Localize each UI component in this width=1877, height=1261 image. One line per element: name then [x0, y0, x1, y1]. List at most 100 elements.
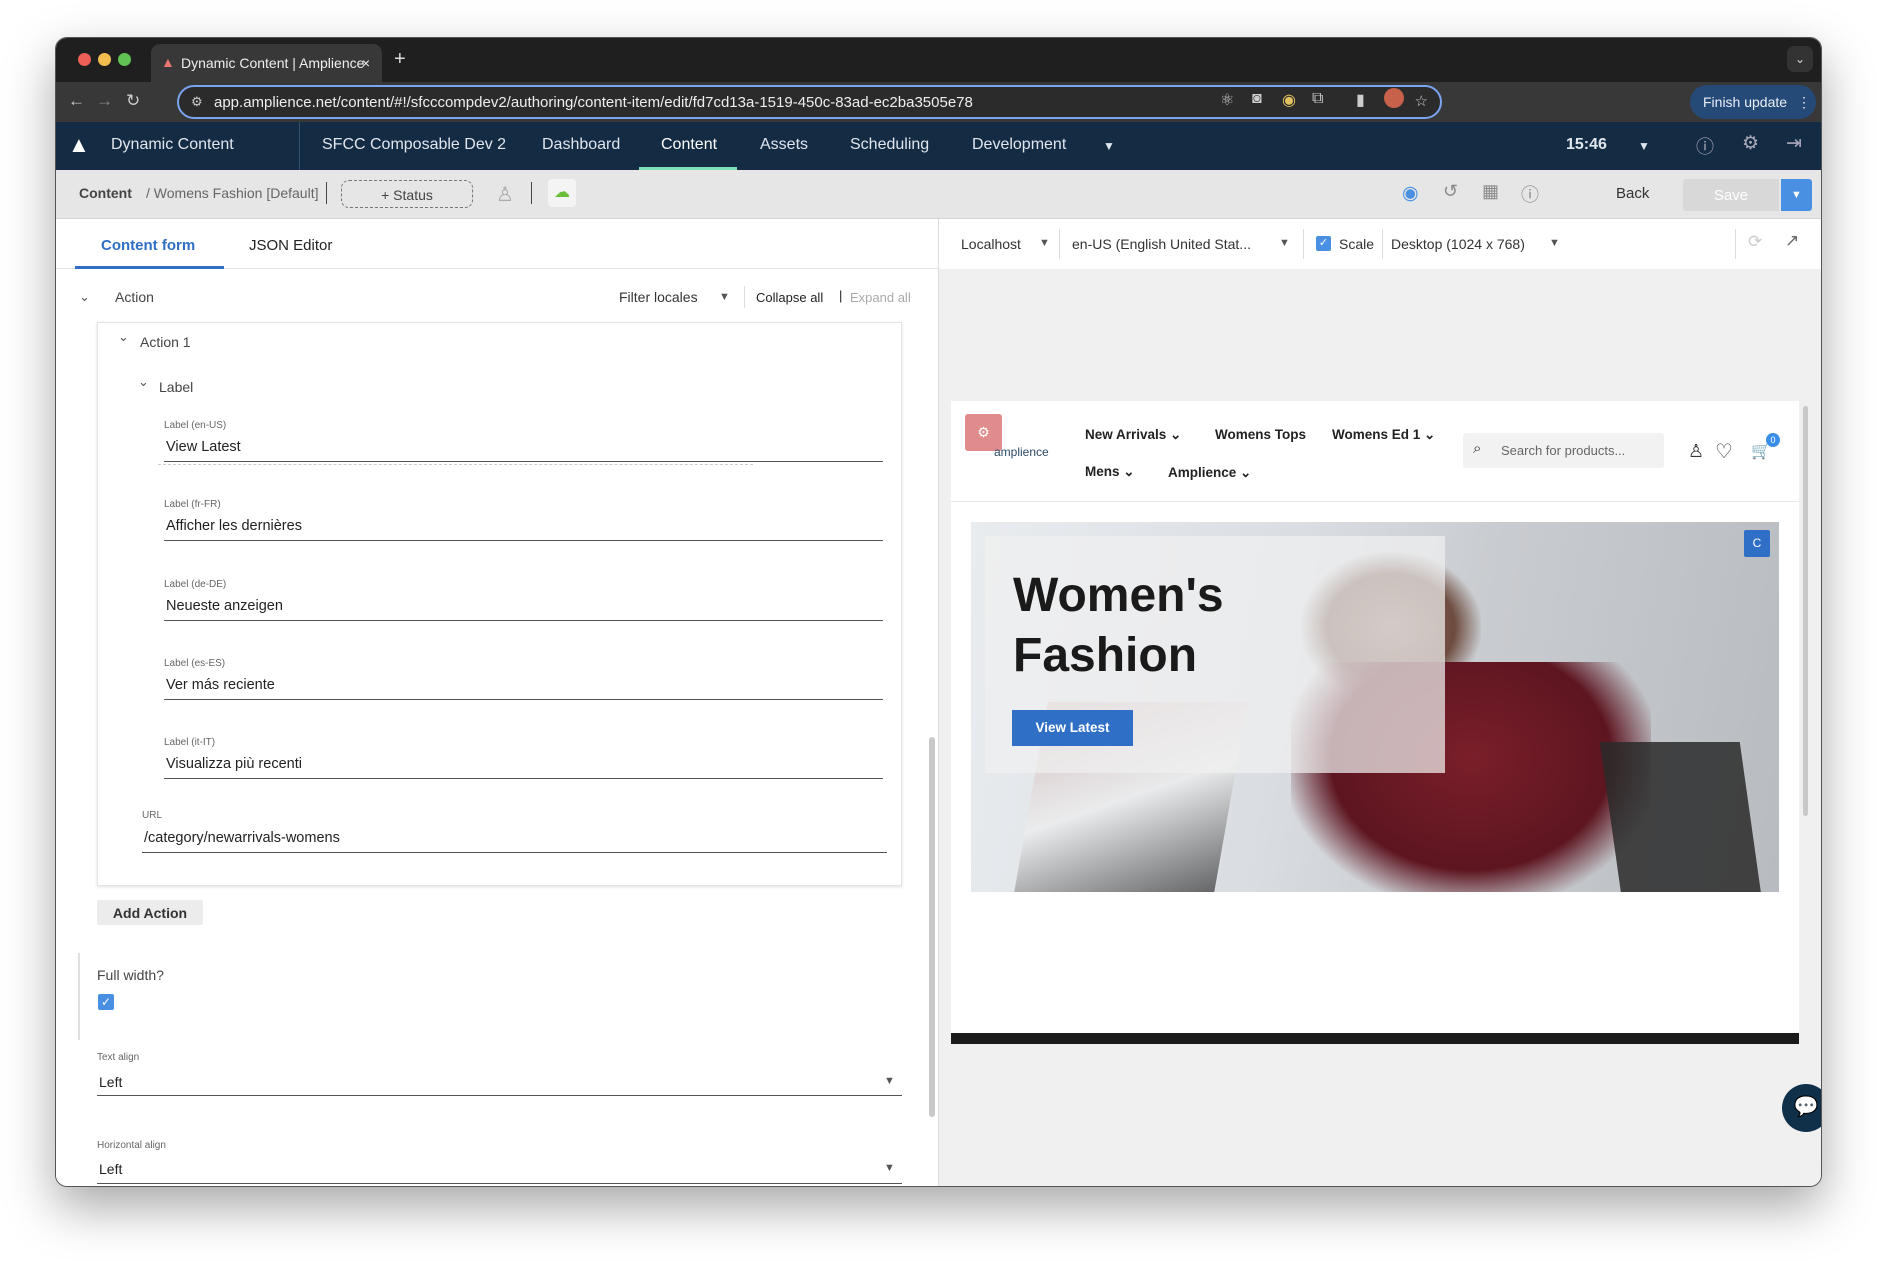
- locale-dropdown[interactable]: en-US (English United Stat...: [1072, 236, 1251, 252]
- new-tab-button[interactable]: +: [394, 48, 406, 71]
- nav-content[interactable]: Content: [661, 136, 717, 154]
- collapse-all-link[interactable]: Collapse all: [756, 290, 823, 305]
- react-devtools-icon[interactable]: ⚛: [1220, 90, 1234, 110]
- locale-field-value[interactable]: Afficher les dernières: [164, 518, 883, 534]
- locale-chevron-icon[interactable]: ▼: [1279, 237, 1290, 249]
- tab-content-form[interactable]: Content form: [101, 237, 195, 254]
- bookmark-star-icon[interactable]: ☆: [1415, 92, 1428, 110]
- rotate-device-icon[interactable]: ⟳: [1748, 232, 1762, 252]
- clock: 15:46: [1566, 136, 1607, 153]
- open-external-icon[interactable]: ↗: [1785, 231, 1799, 251]
- collapse-action-1-chevron-icon[interactable]: ⌄: [118, 329, 129, 345]
- add-action-button[interactable]: Add Action: [97, 900, 203, 925]
- time-chevron-icon[interactable]: ▼: [1638, 139, 1650, 153]
- content-form-panel: Content form JSON Editor ⌄ Action Filter…: [56, 219, 939, 1186]
- locale-label-field[interactable]: Label (it-IT) Visualizza più recenti: [164, 737, 883, 779]
- nav-dashboard[interactable]: Dashboard: [542, 136, 620, 154]
- site-nav-amplience[interactable]: Amplience ⌄: [1168, 465, 1251, 481]
- browser-tab[interactable]: ▲ Dynamic Content | Amplience ×: [151, 44, 382, 82]
- locale-field-value[interactable]: View Latest: [164, 439, 883, 455]
- nav-development[interactable]: Development: [972, 136, 1066, 154]
- form-scrollbar[interactable]: [929, 737, 935, 1117]
- app-name: Dynamic Content: [111, 136, 234, 153]
- full-width-checkbox[interactable]: ✓: [98, 994, 114, 1010]
- expand-all-link[interactable]: Expand all: [850, 290, 911, 305]
- collapse-action-chevron-icon[interactable]: ⌄: [79, 289, 90, 305]
- extensions-puzzle-icon[interactable]: ⧉: [1312, 90, 1323, 108]
- side-panel-icon[interactable]: ▮: [1356, 90, 1365, 110]
- hub-selector[interactable]: SFCC Composable Dev 2: [322, 136, 506, 154]
- site-nav-new-arrivals[interactable]: New Arrivals ⌄: [1085, 427, 1181, 443]
- text-align-chevron-icon[interactable]: ▼: [884, 1075, 895, 1087]
- site-nav-womens-ed-1[interactable]: Womens Ed 1 ⌄: [1332, 427, 1435, 443]
- filter-locales-chevron-icon[interactable]: ▼: [719, 291, 730, 303]
- settings-gear-icon[interactable]: ⚙: [1742, 132, 1759, 155]
- account-icon[interactable]: ♙: [1688, 441, 1704, 462]
- sync-cloud-icon[interactable]: ☁: [548, 179, 576, 207]
- maximize-window-button[interactable]: [118, 53, 131, 66]
- tab-search-button[interactable]: ⌄: [1787, 46, 1813, 72]
- tab-json-editor[interactable]: JSON Editor: [249, 237, 332, 254]
- chat-button[interactable]: 💬: [1782, 1084, 1821, 1132]
- reload-icon[interactable]: ↻: [126, 91, 140, 111]
- back-icon[interactable]: ←: [68, 91, 85, 111]
- site-nav-mens[interactable]: Mens ⌄: [1085, 464, 1135, 480]
- url-value[interactable]: /category/newarrivals-womens: [142, 830, 887, 846]
- nav-scheduling[interactable]: Scheduling: [850, 136, 929, 154]
- site-preview-frame: ⚙ amplience New Arrivals ⌄ Womens Tops W…: [951, 401, 1799, 1044]
- url-field[interactable]: URL /category/newarrivals-womens: [142, 810, 887, 853]
- calendar-icon[interactable]: ▦: [1482, 181, 1499, 202]
- environment-chevron-icon[interactable]: ▼: [1039, 237, 1050, 249]
- preview-scrollbar[interactable]: [1803, 406, 1808, 816]
- device-chevron-icon[interactable]: ▼: [1549, 237, 1560, 249]
- locale-field-label: Label (fr-FR): [164, 499, 221, 510]
- hero-view-latest-button[interactable]: View Latest: [1012, 710, 1133, 746]
- locale-label-field[interactable]: Label (es-ES) Ver más reciente: [164, 658, 883, 700]
- text-align-select[interactable]: Left: [99, 1074, 122, 1090]
- cart-count-badge: 0: [1766, 433, 1780, 447]
- full-width-label: Full width?: [97, 967, 164, 983]
- search-icon: ⌕: [1473, 440, 1482, 457]
- profile-avatar[interactable]: [1384, 88, 1404, 108]
- site-search-input[interactable]: ⌕ Search for products...: [1463, 433, 1664, 468]
- finish-update-button[interactable]: Finish update ⋮: [1690, 85, 1816, 119]
- site-settings-icon[interactable]: ⚙: [191, 94, 203, 110]
- locale-field-value[interactable]: Visualizza più recenti: [164, 756, 883, 772]
- logout-icon[interactable]: ⇥: [1786, 132, 1802, 155]
- locale-field-value[interactable]: Neueste anzeigen: [164, 598, 883, 614]
- filter-locales-dropdown[interactable]: Filter locales: [619, 289, 698, 305]
- close-tab-icon[interactable]: ×: [362, 55, 370, 71]
- wishlist-heart-icon[interactable]: ♡: [1715, 439, 1733, 464]
- add-status-button[interactable]: + Status: [341, 180, 473, 208]
- collapse-label-chevron-icon[interactable]: ⌄: [138, 374, 149, 390]
- forward-icon[interactable]: →: [96, 91, 113, 111]
- history-icon[interactable]: ↺: [1443, 181, 1458, 202]
- content-badge[interactable]: C: [1744, 530, 1770, 557]
- assignee-person-icon[interactable]: ♙: [496, 182, 514, 207]
- horizontal-align-chevron-icon[interactable]: ▼: [884, 1162, 895, 1174]
- nav-more-chevron-icon[interactable]: ▼: [1103, 139, 1115, 153]
- environment-dropdown[interactable]: Localhost: [961, 236, 1021, 252]
- preview-eye-icon[interactable]: ◉: [1402, 182, 1419, 205]
- breadcrumb-content-link[interactable]: Content: [79, 185, 132, 201]
- save-button[interactable]: Save: [1683, 179, 1779, 211]
- close-window-button[interactable]: [78, 53, 91, 66]
- save-options-dropdown[interactable]: ▼: [1781, 179, 1812, 211]
- camera-extension-icon[interactable]: ◙: [1252, 90, 1262, 108]
- nav-assets[interactable]: Assets: [760, 136, 808, 154]
- help-icon[interactable]: ⓘ: [1696, 133, 1714, 159]
- locale-label-field[interactable]: Label (fr-FR) Afficher les dernières: [164, 499, 883, 541]
- hero-banner[interactable]: Women's Fashion View Latest C: [971, 522, 1779, 892]
- scale-checkbox[interactable]: ✓: [1316, 236, 1331, 251]
- locale-label-field[interactable]: Label (de-DE) Neueste anzeigen: [164, 579, 883, 621]
- minimize-window-button[interactable]: [98, 53, 111, 66]
- site-logo[interactable]: amplience: [994, 445, 1049, 459]
- locale-field-value[interactable]: Ver más reciente: [164, 677, 883, 693]
- site-nav-womens-tops[interactable]: Womens Tops: [1215, 427, 1306, 442]
- locale-label-field[interactable]: Label (en-US) View Latest: [164, 420, 883, 462]
- extension-icon[interactable]: ◉: [1282, 90, 1296, 110]
- device-dropdown[interactable]: Desktop (1024 x 768): [1391, 236, 1525, 252]
- horizontal-align-select[interactable]: Left: [99, 1161, 122, 1177]
- back-button[interactable]: Back: [1616, 185, 1649, 202]
- info-icon[interactable]: ⓘ: [1521, 181, 1539, 207]
